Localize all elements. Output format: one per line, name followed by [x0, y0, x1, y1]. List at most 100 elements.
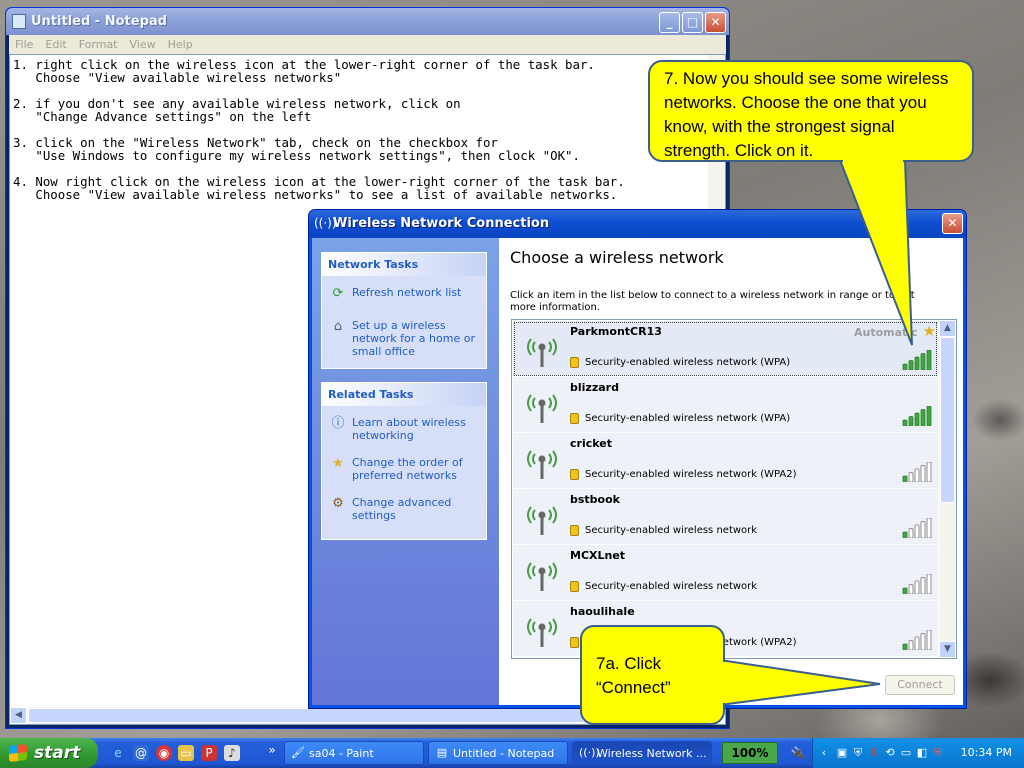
- task-notepad[interactable]: ▤ Untitled - Notepad: [428, 741, 568, 765]
- internet-explorer-icon[interactable]: e: [110, 745, 126, 761]
- dialog-heading: Choose a wireless network: [510, 248, 724, 267]
- volume-tray-icon[interactable]: ◧: [915, 746, 929, 760]
- media-icon[interactable]: ◉: [156, 745, 172, 761]
- taskbar: start e @ ◉ ▭ P ♪ » 🖌 sa04 - Paint ▤ Unt…: [0, 738, 1024, 768]
- network-item[interactable]: ParkmontCR13 Automatic ★ Security-enabled w…: [513, 321, 938, 377]
- wireless-task-icon: ((·)): [579, 746, 600, 759]
- minimize-button[interactable]: _: [659, 12, 680, 33]
- music-player-icon[interactable]: ♪: [224, 745, 240, 761]
- signal-bar: [926, 462, 932, 482]
- change-order-link[interactable]: ★ Change the order of preferred networks: [322, 456, 486, 482]
- dialog-titlebar[interactable]: ((·)) Wireless Network Connection ✕: [309, 210, 966, 238]
- dialog-title: Wireless Network Connection: [333, 216, 550, 231]
- signal-bar: [926, 574, 932, 594]
- network-item[interactable]: bstbook Security-enabled wireless network: [513, 489, 938, 545]
- signal-strength-icon: [902, 462, 932, 482]
- signal-bar: [902, 587, 908, 594]
- wireless-antenna-icon: [527, 394, 557, 423]
- network-list-scrollbar[interactable]: ▲ ▼: [939, 320, 956, 658]
- menu-view[interactable]: View: [124, 35, 162, 54]
- network-tasks-header: Network Tasks: [322, 253, 486, 276]
- task-notepad-label: Untitled - Notepad: [453, 747, 555, 760]
- network-status: Automatic: [854, 326, 918, 339]
- signal-bar: [914, 636, 920, 650]
- network-security: Security-enabled wireless network (WPA2): [585, 469, 797, 480]
- antivirus-tray-icon[interactable]: K: [867, 746, 881, 760]
- signal-bar: [920, 409, 926, 426]
- close-button[interactable]: ✕: [705, 12, 726, 33]
- dialog-close-button[interactable]: ✕: [942, 213, 963, 234]
- signal-bar: [926, 406, 932, 426]
- network-item[interactable]: blizzard Security-enabled wireless networ…: [513, 377, 938, 433]
- maximize-button[interactable]: □: [682, 12, 703, 33]
- change-advanced-settings-label: Change advanced settings: [352, 496, 452, 522]
- network-list[interactable]: ▲ ▼ ParkmontCR13 Automatic ★ Security-enabl…: [511, 319, 957, 659]
- setup-wireless-network-label: Set up a wireless network for a home or …: [352, 319, 475, 358]
- wireless-antenna-icon: [527, 338, 557, 367]
- notepad-menubar: File Edit Format View Help: [9, 35, 726, 54]
- lock-icon: [570, 581, 579, 592]
- network-ssid: cricket: [570, 437, 612, 450]
- setup-wireless-network-link[interactable]: ⌂ Set up a wireless network for a home o…: [322, 319, 486, 358]
- lock-icon: [570, 637, 579, 648]
- info-icon: ⓘ: [331, 416, 345, 431]
- folder-icon[interactable]: ▭: [178, 745, 194, 761]
- power-plug-icon[interactable]: 🔌: [790, 745, 806, 761]
- paint-icon: 🖌: [291, 746, 305, 759]
- network-item[interactable]: cricket Security-enabled wireless network…: [513, 433, 938, 489]
- tray-expand-icon[interactable]: ‹: [817, 746, 831, 760]
- horizontal-scroll-thumb[interactable]: [28, 708, 628, 723]
- shield-tray-icon[interactable]: ⛨: [851, 746, 865, 760]
- related-tasks-header: Related Tasks: [322, 383, 486, 406]
- signal-bar: [908, 584, 914, 594]
- scroll-left-arrow-icon[interactable]: ◀: [10, 707, 27, 724]
- signal-bar: [908, 528, 914, 538]
- signal-bar: [920, 465, 926, 482]
- connect-button[interactable]: Connect: [885, 675, 955, 695]
- menu-edit[interactable]: Edit: [39, 35, 72, 54]
- signal-strength-icon: [902, 630, 932, 650]
- learn-wireless-label: Learn about wireless networking: [352, 416, 466, 442]
- network-ssid: bstbook: [570, 493, 620, 506]
- network-tasks-panel: Network Tasks ⟳ Refresh network list ⌂ S…: [321, 252, 487, 369]
- task-wireless[interactable]: ((·)) Wireless Network ...: [572, 741, 712, 765]
- lock-icon: [570, 469, 579, 480]
- menu-file[interactable]: File: [9, 35, 39, 54]
- network-security: Security-enabled wireless network (WPA): [585, 413, 791, 424]
- dialog-description: Click an item in the list below to conne…: [510, 290, 915, 313]
- learn-wireless-link[interactable]: ⓘ Learn about wireless networking: [322, 416, 486, 442]
- signal-bar: [920, 577, 926, 594]
- signal-bar: [908, 360, 914, 370]
- signal-bar: [914, 356, 920, 370]
- zoom-level[interactable]: 100%: [722, 742, 778, 764]
- network-content-pane: Choose a wireless network Click an item …: [500, 238, 963, 705]
- network-item[interactable]: MCXLnet Security-enabled wireless network: [513, 545, 938, 601]
- powerpoint-icon[interactable]: P: [201, 745, 217, 761]
- settings-icon: ⚙: [332, 496, 344, 511]
- quick-launch-overflow-icon[interactable]: »: [264, 742, 280, 758]
- preferred-star-icon: ★: [922, 322, 936, 340]
- notepad-icon: [12, 14, 26, 29]
- notepad-content: 1. right click on the wireless icon at t…: [13, 57, 625, 202]
- sync-tray-icon[interactable]: ⟲: [883, 746, 897, 760]
- notepad-titlebar[interactable]: Untitled - Notepad _ □ ✕: [6, 8, 729, 35]
- network-tray-icon[interactable]: ▣: [835, 746, 849, 760]
- menu-help[interactable]: Help: [162, 35, 199, 54]
- scroll-up-arrow-icon[interactable]: ▲: [939, 320, 956, 337]
- change-advanced-settings-link[interactable]: ⚙ Change advanced settings: [322, 496, 486, 522]
- network-item[interactable]: haoulihaleSecurity-enabled wireless netw…: [513, 601, 938, 657]
- email-icon[interactable]: @: [133, 745, 149, 761]
- task-paint[interactable]: 🖌 sa04 - Paint: [284, 741, 424, 765]
- wireless-antenna-icon: [527, 450, 557, 479]
- signal-bar: [902, 531, 908, 538]
- signal-bar: [908, 472, 914, 482]
- security-alert-tray-icon[interactable]: ⛨: [931, 746, 945, 760]
- refresh-network-list-link[interactable]: ⟳ Refresh network list: [322, 286, 486, 301]
- menu-format[interactable]: Format: [73, 35, 124, 54]
- wireless-antenna-icon: [527, 562, 557, 591]
- network-security: Security-enabled wireless network: [585, 581, 758, 592]
- scroll-down-arrow-icon[interactable]: ▼: [939, 641, 956, 658]
- display-tray-icon[interactable]: ▭: [899, 746, 913, 760]
- network-list-scroll-thumb[interactable]: [940, 337, 955, 503]
- start-button[interactable]: start: [0, 738, 98, 768]
